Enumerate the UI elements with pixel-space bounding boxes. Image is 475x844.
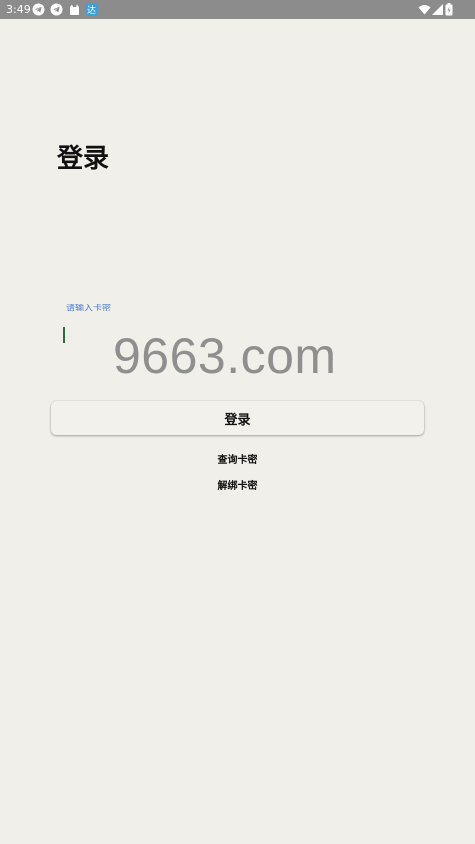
battery-icon <box>445 3 453 16</box>
watermark-text: 9663.com <box>113 328 337 384</box>
svg-text:达: 达 <box>87 4 96 16</box>
login-button[interactable]: 登录 <box>51 401 424 435</box>
page-title: 登录 <box>57 144 110 174</box>
app-icon: 达 <box>85 3 98 16</box>
signal-icon <box>431 3 444 16</box>
unbind-card-link[interactable]: 解绑卡密 <box>0 480 475 494</box>
query-card-link[interactable]: 查询卡密 <box>0 454 475 468</box>
telegram-icon <box>32 3 45 16</box>
cat-icon <box>68 3 81 16</box>
text-cursor <box>63 327 65 343</box>
status-time: 3:49 <box>6 3 31 16</box>
status-bar: 3:49 达 <box>0 0 475 19</box>
card-code-field-label: 请输入卡密 <box>66 304 112 311</box>
wifi-icon <box>418 3 431 16</box>
telegram-icon <box>50 3 63 16</box>
